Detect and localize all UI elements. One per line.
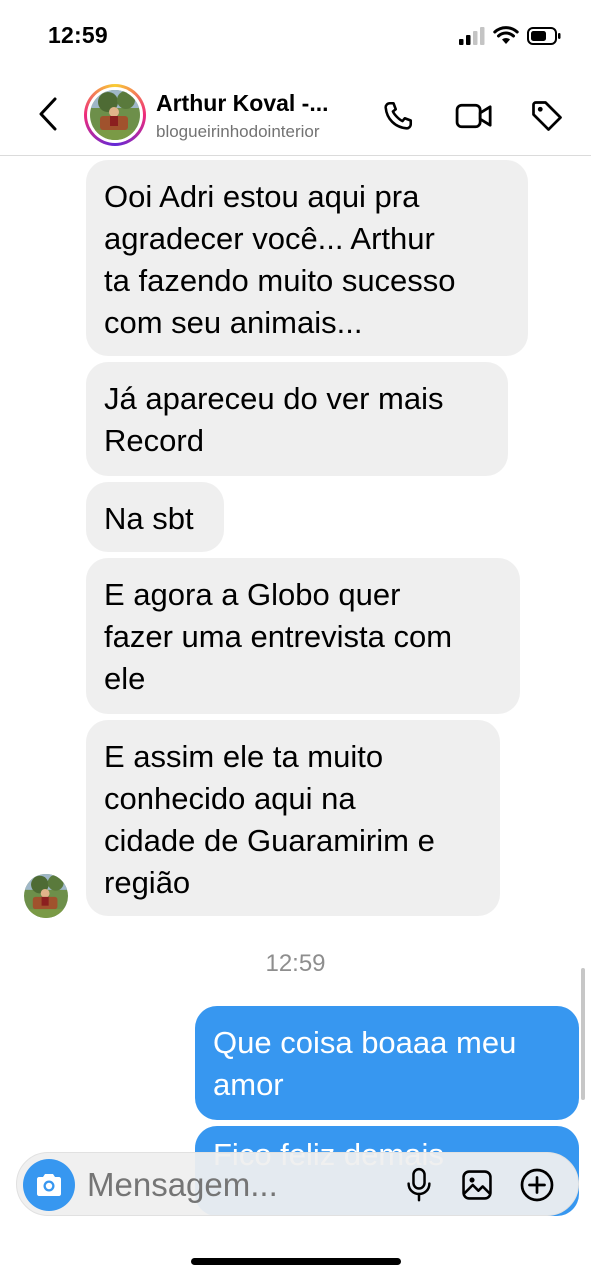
gallery-icon bbox=[462, 1170, 492, 1200]
home-indicator[interactable] bbox=[191, 1258, 401, 1265]
contact-avatar[interactable] bbox=[84, 84, 146, 146]
status-bar: 12:59 bbox=[0, 0, 591, 72]
sender-avatar[interactable] bbox=[24, 874, 68, 918]
status-time: 12:59 bbox=[48, 22, 108, 48]
outgoing-message[interactable]: Que coisa boaaa meu amor bbox=[195, 1006, 579, 1120]
more-options-button[interactable] bbox=[517, 1165, 557, 1205]
tag-button[interactable] bbox=[527, 96, 567, 136]
scrollbar[interactable] bbox=[581, 968, 585, 1100]
incoming-message[interactable]: E assim ele ta muito conhecido aqui na c… bbox=[86, 720, 500, 916]
incoming-message[interactable]: Na sbt bbox=[86, 482, 224, 552]
video-call-button[interactable] bbox=[454, 96, 494, 136]
back-button[interactable] bbox=[32, 92, 64, 136]
microphone-icon bbox=[407, 1167, 431, 1202]
contact-username[interactable]: blogueirinhodointerior bbox=[156, 122, 320, 142]
plus-circle-icon bbox=[520, 1168, 554, 1202]
status-icons bbox=[459, 26, 561, 45]
voice-message-button[interactable] bbox=[399, 1165, 439, 1205]
wifi-icon bbox=[493, 26, 519, 44]
voice-call-button[interactable] bbox=[378, 96, 418, 136]
incoming-message[interactable]: E agora a Globo quer fazer uma entrevist… bbox=[86, 558, 520, 714]
gallery-button[interactable] bbox=[457, 1165, 497, 1205]
camera-button[interactable] bbox=[23, 1159, 75, 1211]
tag-icon bbox=[532, 101, 562, 131]
message-input[interactable] bbox=[87, 1165, 387, 1205]
phone-icon bbox=[384, 101, 413, 130]
message-composer bbox=[16, 1152, 579, 1216]
chat-header: Arthur Koval -... blogueirinhodointerior bbox=[0, 72, 591, 156]
avatar-image bbox=[90, 90, 140, 140]
incoming-message[interactable]: Ooi Adri estou aqui pra agradecer você..… bbox=[86, 160, 528, 356]
camera-icon bbox=[37, 1174, 61, 1196]
back-chevron-icon bbox=[39, 97, 57, 131]
signal-icon bbox=[459, 26, 485, 45]
video-camera-icon bbox=[455, 103, 492, 129]
contact-name[interactable]: Arthur Koval -... bbox=[156, 90, 329, 117]
battery-icon bbox=[527, 26, 561, 45]
message-timestamp: 12:59 bbox=[265, 950, 326, 977]
incoming-message[interactable]: Já apareceu do ver mais Record bbox=[86, 362, 508, 476]
